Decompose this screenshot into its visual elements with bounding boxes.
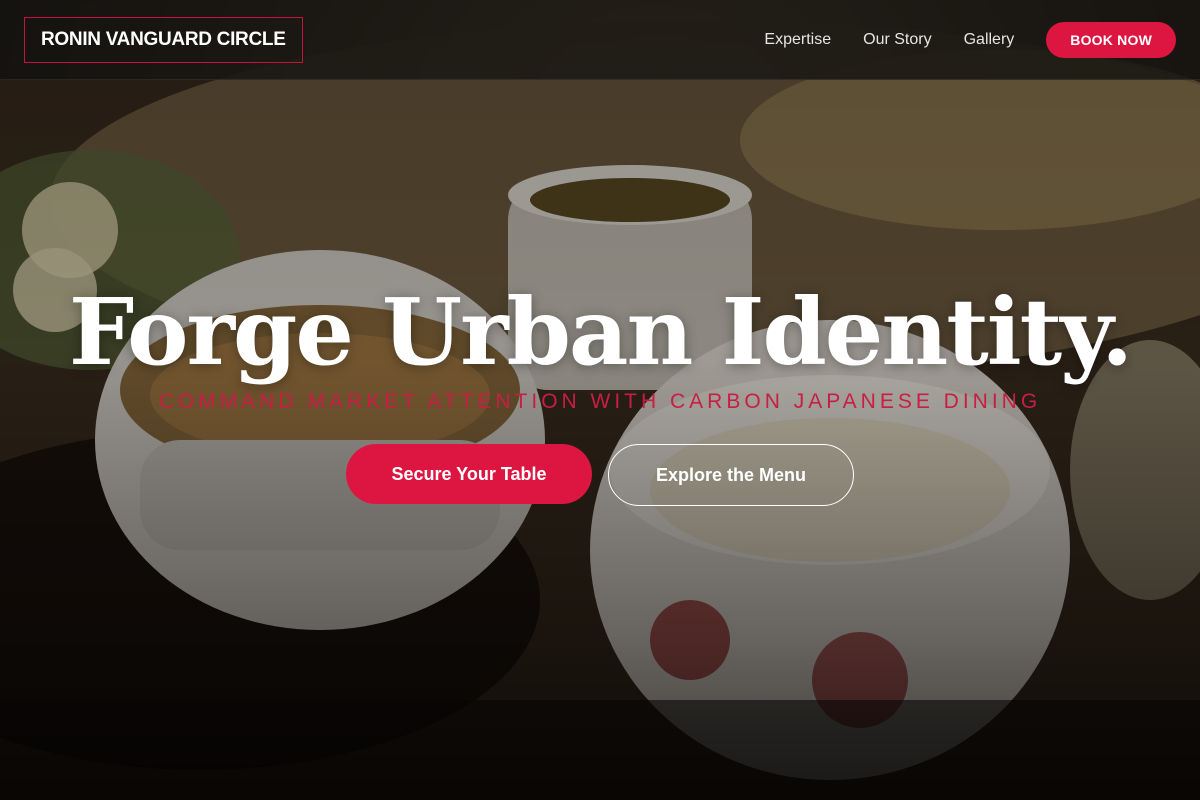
- hero-subheadline: COMMAND MARKET ATTENTION WITH CARBON JAP…: [158, 390, 1042, 413]
- nav-link-gallery[interactable]: Gallery: [964, 31, 1015, 49]
- site-header: RONIN VANGUARD CIRCLE Expertise Our Stor…: [0, 0, 1200, 80]
- book-now-button[interactable]: BOOK NOW: [1046, 21, 1176, 58]
- hero-cta-row: Secure Your Table Explore the Menu: [0, 444, 1200, 506]
- brand-logo[interactable]: RONIN VANGUARD CIRCLE: [24, 16, 303, 63]
- secure-table-button[interactable]: Secure Your Table: [346, 444, 592, 504]
- hero-section: Forge Urban Identity. COMMAND MARKET ATT…: [0, 280, 1200, 506]
- main-nav: Expertise Our Story Gallery BOOK NOW: [764, 21, 1176, 58]
- nav-link-our-story[interactable]: Our Story: [863, 31, 931, 49]
- hero-headline: Forge Urban Identity.: [68, 278, 1133, 386]
- nav-link-expertise[interactable]: Expertise: [764, 31, 831, 49]
- explore-menu-button[interactable]: Explore the Menu: [608, 444, 854, 506]
